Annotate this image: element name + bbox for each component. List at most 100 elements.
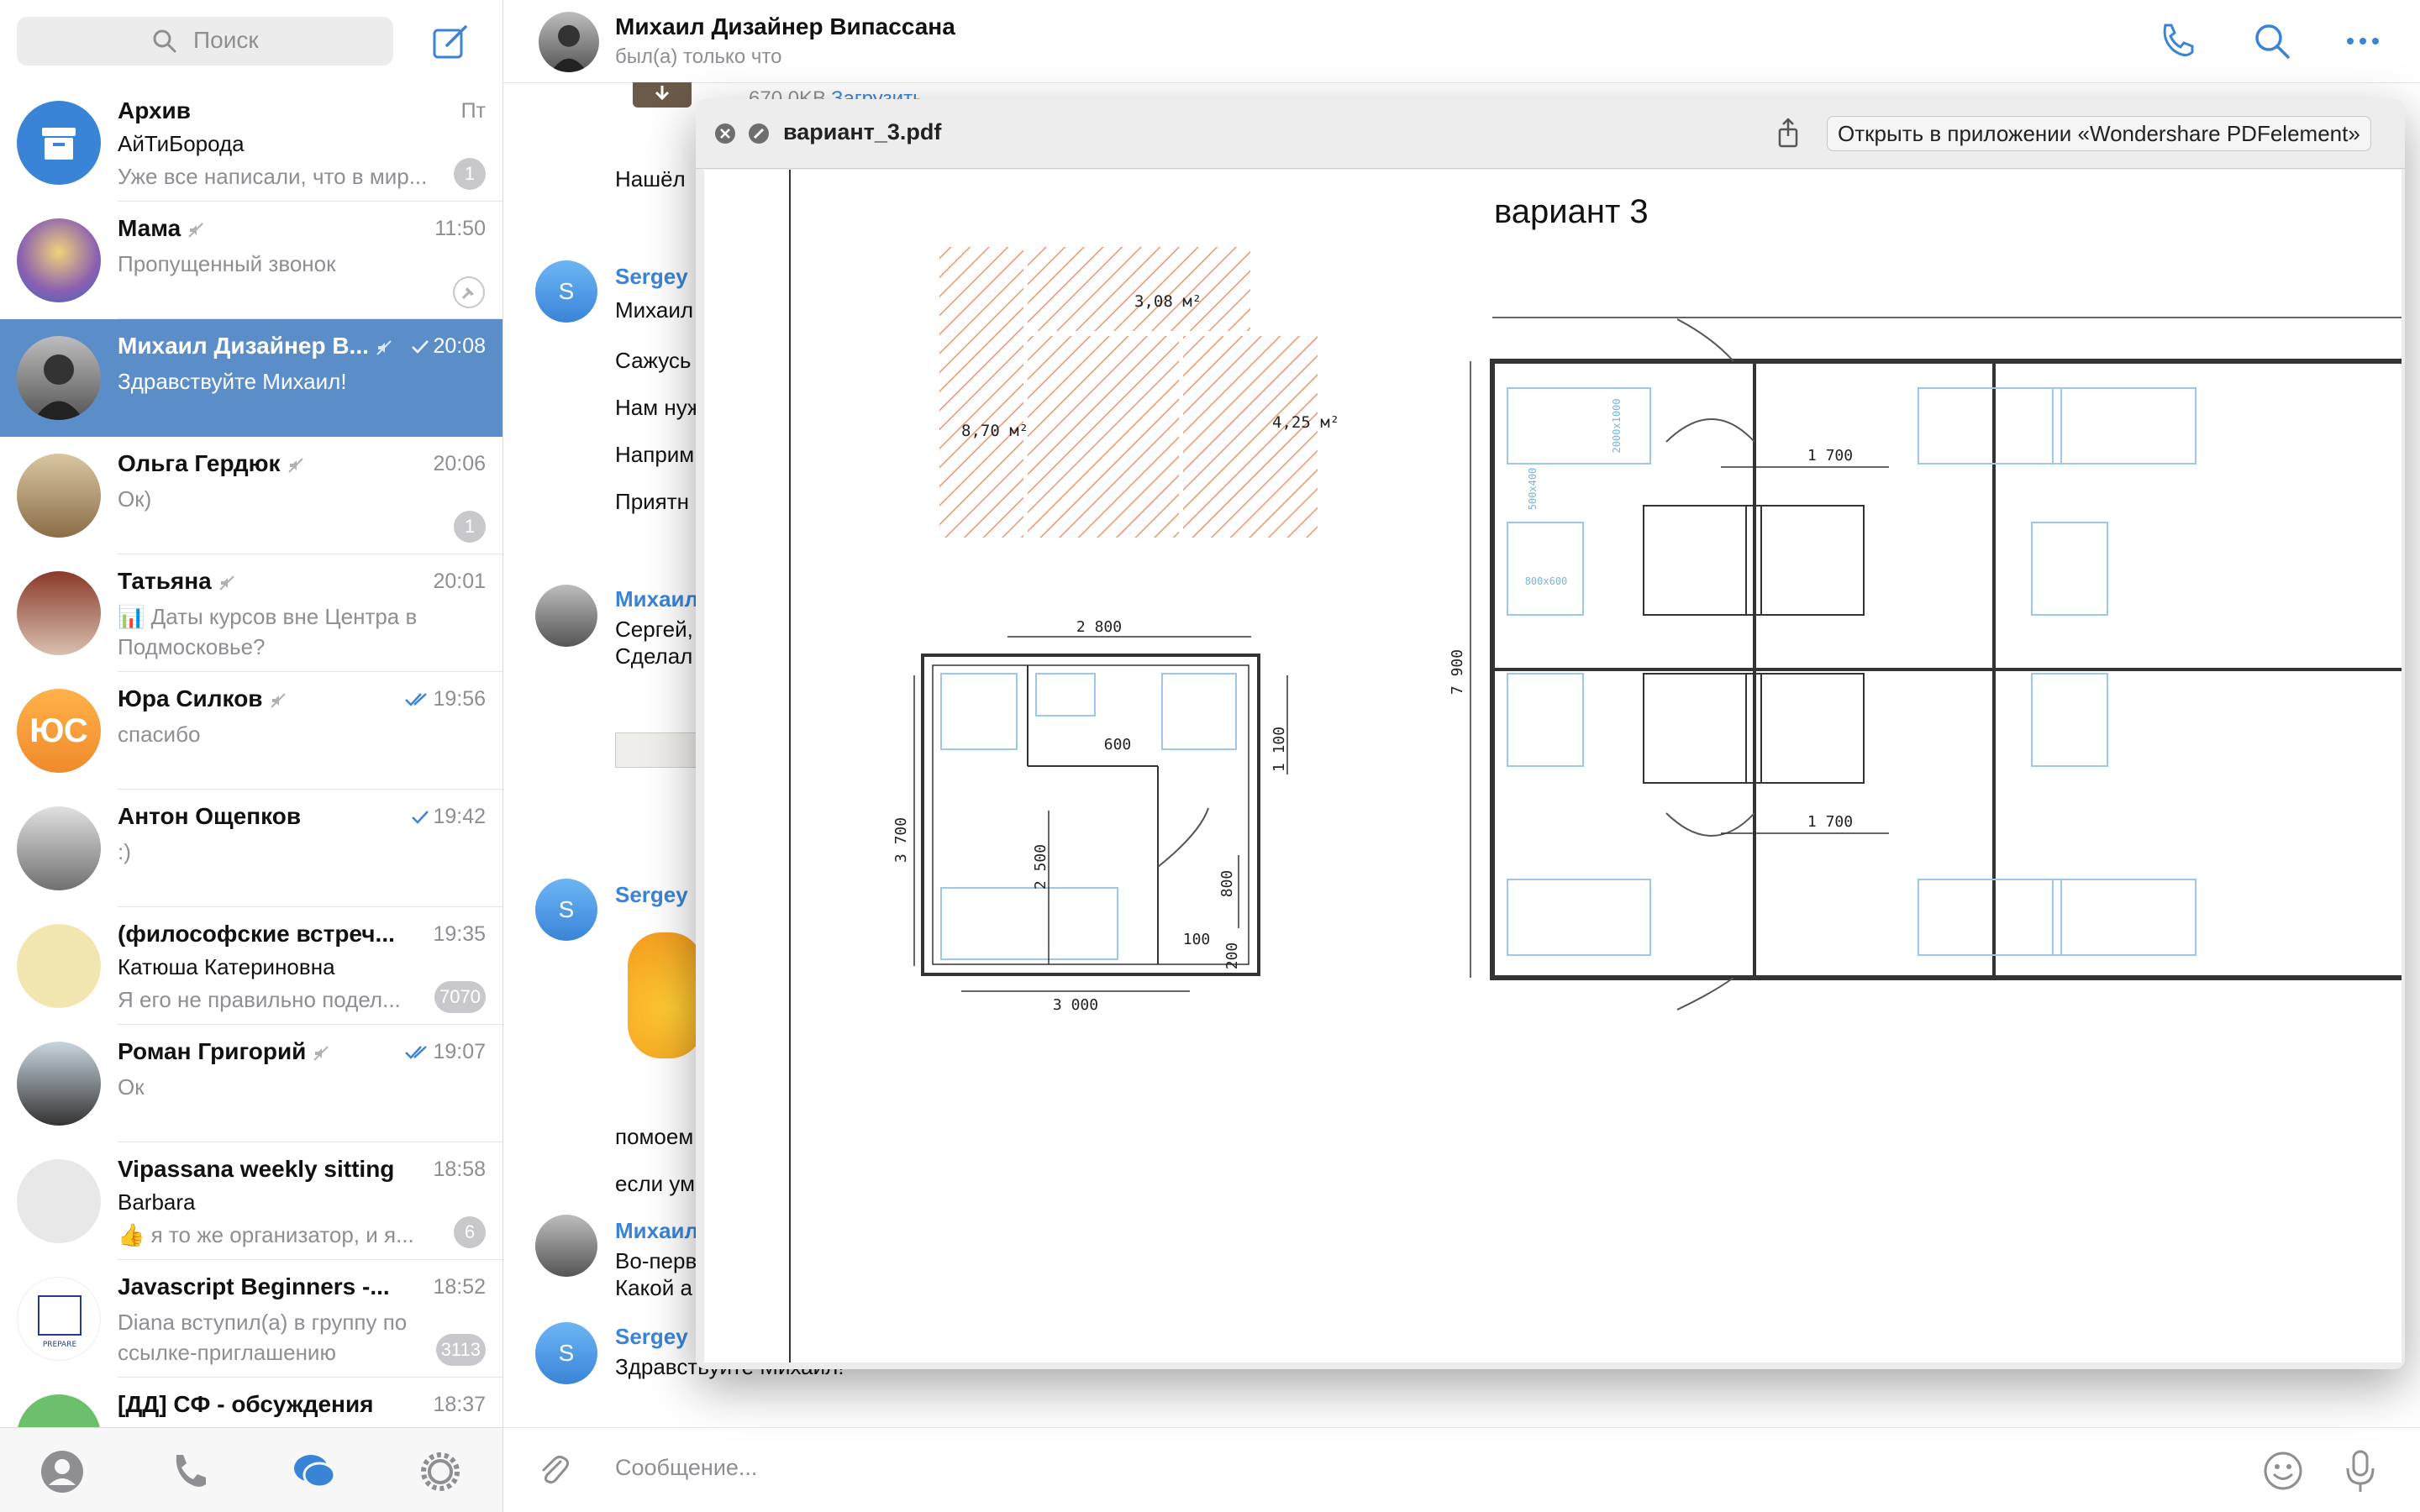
chat-subtitle: Barbara <box>118 1189 196 1215</box>
chat-preview: Уже все написали, что в мир... <box>118 164 428 189</box>
share-icon[interactable] <box>1775 118 1802 148</box>
chat-subtitle: Катюша Катериновна <box>118 954 335 979</box>
chat-title[interactable]: Михаил Дизайнер Випассана <box>615 13 955 40</box>
chat-name: [ДД] СФ - обсуждения <box>118 1391 374 1417</box>
chat-time: 19:56 <box>404 687 486 711</box>
contacts-tab-icon[interactable] <box>39 1448 86 1495</box>
chat-time: 18:37 <box>433 1393 486 1416</box>
chat-item-yura[interactable]: ЮС Юра Силков 19:56 спасибо <box>0 672 502 790</box>
unread-badge: 1 <box>454 511 486 543</box>
svg-text:3 700: 3 700 <box>892 817 910 863</box>
avatar <box>17 806 101 890</box>
chat-item-anton[interactable]: Антон Ощепков 19:42 :) <box>0 790 502 907</box>
svg-text:100: 100 <box>1183 931 1211 948</box>
unread-badge: 3113 <box>435 1334 486 1366</box>
chat-preview: Пропущенный звонок <box>118 251 336 276</box>
unread-badge: 7070 <box>434 981 486 1013</box>
chat-name: Архив <box>118 97 191 123</box>
sender-avatar[interactable]: S <box>535 260 597 323</box>
read-check-icon <box>412 340 429 354</box>
area-label: 4,25 м² <box>1272 413 1340 432</box>
avatar <box>17 924 101 1008</box>
calls-tab-icon[interactable] <box>165 1448 212 1495</box>
chat-item-vipassana[interactable]: Vipassana weekly sitting 18:58 Barbara 👍… <box>0 1142 502 1260</box>
message-sender[interactable]: Михаил <box>615 586 698 612</box>
chat-name: Юра Силков <box>118 685 287 712</box>
file-thumbnail[interactable] <box>633 82 692 108</box>
sender-avatar[interactable]: S <box>535 879 597 941</box>
message-sender[interactable]: Sergey <box>615 882 688 908</box>
avatar <box>17 1042 101 1126</box>
message-text: Сергей, <box>615 617 693 642</box>
svg-text:800x600: 800x600 <box>1525 575 1568 587</box>
unread-badge: 6 <box>454 1216 486 1248</box>
avatar <box>17 571 101 655</box>
chat-time: 19:35 <box>433 922 486 946</box>
chat-name: Роман Григорий <box>118 1038 329 1065</box>
chat-item-mama[interactable]: Мама 11:50 Пропущенный звонок <box>0 202 502 319</box>
emoji-icon[interactable] <box>2262 1450 2304 1492</box>
fullscreen-icon[interactable] <box>748 123 770 144</box>
chat-item-roman[interactable]: Роман Григорий 19:07 Ок <box>0 1025 502 1142</box>
open-in-app-button[interactable]: Открыть в приложении «Wondershare PDFele… <box>1827 116 2371 151</box>
settings-tab-icon[interactable] <box>417 1448 464 1495</box>
message-sender[interactable]: Михаил <box>615 1218 698 1244</box>
chat-item-js-beginners[interactable]: PREPARE Javascript Beginners -... 18:52 … <box>0 1260 502 1378</box>
svg-text:500x400: 500x400 <box>1527 468 1539 511</box>
svg-text:PREPARE: PREPARE <box>43 1341 77 1349</box>
double-check-icon <box>405 1046 428 1060</box>
chat-preview: :) <box>118 839 131 864</box>
chat-item-philosophy[interactable]: (философские встреч... 19:35 Катюша Кате… <box>0 907 502 1025</box>
chat-name: Михаил Дизайнер В... <box>118 333 392 360</box>
chat-time: 20:08 <box>411 334 486 359</box>
microphone-icon[interactable] <box>2344 1448 2377 1494</box>
muted-icon <box>376 339 392 355</box>
svg-text:1 700: 1 700 <box>1807 447 1853 465</box>
message-sender[interactable]: Sergey <box>615 1324 688 1350</box>
muted-icon <box>270 692 286 708</box>
call-icon[interactable] <box>2157 22 2196 60</box>
search-input[interactable]: Поиск <box>17 17 393 66</box>
message-input[interactable]: Сообщение... <box>615 1455 757 1481</box>
chat-subtitle: АйТиБорода <box>118 131 245 156</box>
archive-avatar <box>17 101 101 185</box>
muted-icon <box>188 222 203 238</box>
chat-time: 20:01 <box>433 570 486 593</box>
chat-preview: Ок) <box>118 486 152 512</box>
sender-avatar[interactable] <box>535 585 597 647</box>
large-plan-dimensions: 1 700 1 700 7 900 <box>1449 447 1853 831</box>
chat-time: 20:06 <box>433 452 486 475</box>
image-thumbnail[interactable] <box>615 732 697 768</box>
chat-preview: Ок <box>118 1074 145 1100</box>
chat-name: Vipassana weekly sitting <box>118 1156 395 1182</box>
svg-text:3 000: 3 000 <box>1053 996 1098 1014</box>
pdf-filename: вариант_3.pdf <box>783 119 942 144</box>
search-icon[interactable] <box>2253 22 2291 60</box>
sender-avatar[interactable] <box>535 1215 597 1277</box>
message-text: Наприм <box>615 442 695 467</box>
avatar <box>17 218 101 302</box>
chat-item-dd-sf[interactable]: [ДД] СФ - обсуждения 18:37 <box>0 1378 502 1428</box>
message-text: Сделал <box>615 643 693 669</box>
compose-icon[interactable] <box>432 24 469 60</box>
close-icon[interactable] <box>714 123 736 144</box>
chat-item-mikhail[interactable]: Михаил Дизайнер В... 20:08 Здравствуйте … <box>0 319 502 437</box>
chats-tab-icon[interactable] <box>291 1448 338 1495</box>
chat-item-olga[interactable]: Ольга Гердюк 20:06 Ок) 1 <box>0 437 502 554</box>
message-sender[interactable]: Sergey <box>615 264 688 290</box>
avatar <box>17 1159 101 1243</box>
chat-avatar[interactable] <box>539 12 599 72</box>
chat-item-archive[interactable]: Архив Пт АйТиБорода Уже все написали, чт… <box>0 84 502 202</box>
chat-preview: 📊 Даты курсов вне Центра в <box>118 604 418 629</box>
attach-icon[interactable] <box>535 1452 572 1488</box>
chat-item-tatiana[interactable]: Татьяна 20:01 📊 Даты курсов вне Центра в… <box>0 554 502 672</box>
sender-avatar[interactable]: S <box>535 1322 597 1384</box>
svg-text:1 100: 1 100 <box>1270 727 1288 772</box>
avatar <box>17 454 101 538</box>
pin-icon <box>453 276 485 308</box>
thumbs-up-sticker[interactable] <box>628 932 703 1058</box>
pdf-page: 2 800 600 1 100 3 700 2 500 800 100 200 … <box>704 170 2402 1362</box>
chat-name: Javascript Beginners -... <box>118 1273 390 1299</box>
more-icon[interactable] <box>2344 22 2382 60</box>
chat-header: Михаил Дизайнер Випассана был(а) только … <box>503 0 2420 83</box>
